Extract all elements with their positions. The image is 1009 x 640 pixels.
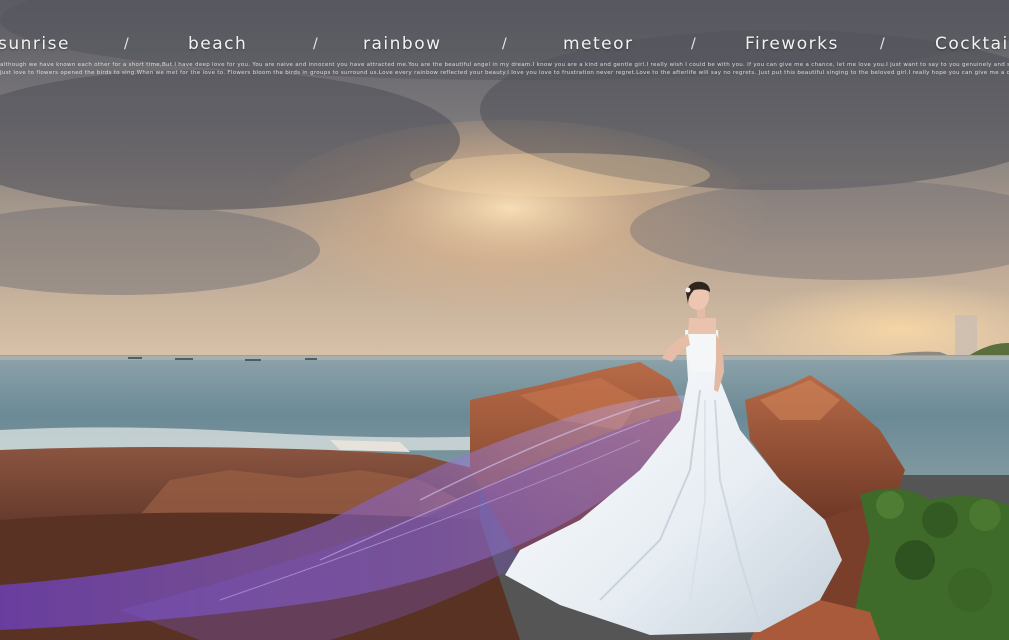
nav-item-beach[interactable]: beach [188, 34, 247, 54]
tagline-line-2: Just love to flowers opened the birds to… [0, 70, 1009, 76]
distant-building [955, 315, 977, 357]
nav-separator: / [880, 36, 885, 52]
top-nav: sunrise / beach / rainbow / meteor / Fir… [0, 34, 1009, 58]
nav-item-fireworks[interactable]: Fireworks [745, 34, 839, 54]
nav-item-cocktail[interactable]: Cocktai [935, 34, 1009, 54]
nav-item-meteor[interactable]: meteor [563, 34, 634, 54]
wedding-photo [0, 0, 1009, 640]
nav-separator: / [502, 36, 507, 52]
nav-separator: / [124, 36, 129, 52]
nav-separator: / [313, 36, 318, 52]
tagline-line-1: although we have known each other for a … [0, 62, 1009, 68]
nav-separator: / [691, 36, 696, 52]
nav-item-rainbow[interactable]: rainbow [363, 34, 442, 54]
nav-item-sunrise[interactable]: sunrise [0, 34, 70, 54]
